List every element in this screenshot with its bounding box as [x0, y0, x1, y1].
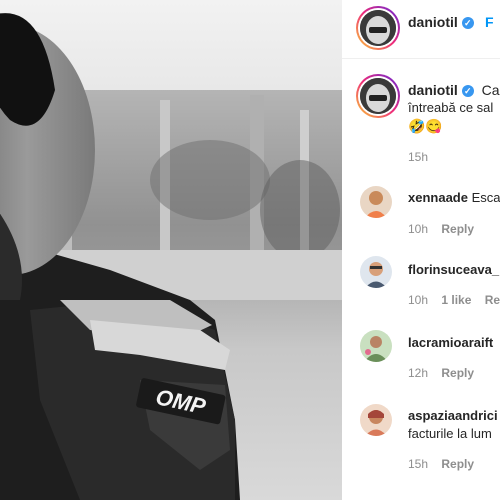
helmet-icon: [360, 78, 396, 114]
commenter-avatar[interactable]: [360, 186, 392, 218]
caption-text-line2: întreabă ce sal: [408, 100, 494, 115]
comment-line: lacramioaraift: [408, 335, 493, 350]
comment-meta: 15h Reply: [408, 457, 474, 471]
post-header: daniotil ✓ F: [342, 0, 500, 59]
comment-username[interactable]: aspaziaandrici: [408, 408, 498, 423]
caption-text-line1: Can: [481, 82, 500, 98]
avatar-image: [360, 186, 392, 218]
comment-line: xennaade Esca: [408, 190, 500, 205]
comment-text: Esca: [471, 190, 500, 205]
avatar-image: [360, 256, 392, 288]
reply-button[interactable]: Reply: [441, 222, 474, 236]
commenter-avatar[interactable]: [360, 256, 392, 288]
photo-illustration: OMP: [0, 0, 342, 500]
comment-line: florinsuceava_: [408, 262, 499, 277]
instagram-post-window: OMP daniotil ✓ F daniotil ✓ Ca întreabă …: [0, 0, 500, 500]
verified-badge-icon: ✓: [461, 85, 474, 97]
reply-button[interactable]: Reply: [441, 366, 474, 380]
reply-button[interactable]: Rep: [485, 293, 500, 307]
commenter-avatar[interactable]: [360, 404, 392, 436]
comment-likes[interactable]: 1 like: [441, 293, 471, 307]
caption-timestamp[interactable]: 15h: [408, 150, 428, 164]
avatar-image: [360, 404, 392, 436]
caption-emoji: 🤣😋: [408, 118, 443, 134]
comment-meta: 12h Reply: [408, 366, 474, 380]
post-photo[interactable]: OMP: [0, 0, 342, 500]
comment-meta: 10h Reply: [408, 222, 474, 236]
comment-text: facturile la lum: [408, 426, 492, 441]
comment-username[interactable]: xennaade: [408, 190, 468, 205]
comment-time[interactable]: 10h: [408, 222, 428, 236]
comment-time[interactable]: 12h: [408, 366, 428, 380]
comment-username[interactable]: lacramioaraift: [408, 335, 493, 350]
caption-username[interactable]: daniotil✓ Can: [408, 82, 500, 98]
comment-username[interactable]: florinsuceava_: [408, 262, 499, 277]
comment-line: aspaziaandrici: [408, 408, 498, 423]
avatar-image: [360, 330, 392, 362]
comments-panel: daniotil✓ F daniotil✓ Can întreabă ce sa…: [342, 0, 500, 500]
follow-button[interactable]: F: [485, 14, 494, 30]
author-username[interactable]: daniotil ✓: [408, 14, 474, 30]
comment-time[interactable]: 10h: [408, 293, 428, 307]
reply-button[interactable]: Reply: [441, 457, 474, 471]
author-avatar[interactable]: [356, 6, 400, 50]
comment-time[interactable]: 15h: [408, 457, 428, 471]
helmet-icon: [360, 10, 396, 46]
commenter-avatar[interactable]: [360, 330, 392, 362]
comment-meta: 10h 1 like Rep: [408, 293, 500, 307]
verified-badge-icon: ✓: [461, 17, 474, 29]
caption-avatar[interactable]: [356, 74, 400, 118]
